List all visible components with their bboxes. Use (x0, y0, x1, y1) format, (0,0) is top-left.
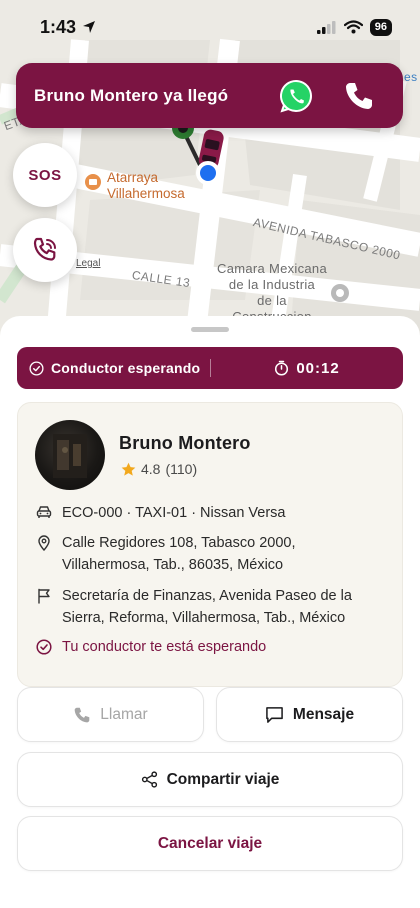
pickup-address: Calle Regidores 108, Tabasco 2000, Villa… (62, 535, 296, 573)
stopwatch-icon (275, 360, 289, 376)
avatar (35, 420, 105, 490)
waiting-status-text: Conductor esperando (51, 360, 201, 376)
phone-icon[interactable] (343, 80, 375, 112)
driver-card: Bruno Montero 4.8 (110) ECO-000 · TAXI-0… (17, 402, 403, 687)
cancel-label: Cancelar viaje (157, 834, 263, 852)
share-label: Compartir viaje (166, 770, 280, 788)
driver-rating: 4.8 (110) (121, 461, 197, 477)
chat-icon (266, 706, 283, 723)
message-button[interactable]: Mensaje (216, 687, 403, 742)
emergency-call-button[interactable] (13, 218, 77, 282)
location-arrow-icon (83, 21, 96, 33)
map-edge-label: es (404, 70, 418, 84)
rating-value: 4.8 (141, 461, 161, 477)
driver-waiting-note: Tu conductor te está esperando (36, 636, 382, 658)
message-label: Mensaje (292, 705, 355, 723)
destination-address: Secretaría de Finanzas, Avenida Paseo de… (62, 588, 352, 626)
trip-sheet: Conductor esperando 00:12 Bruno Montero (0, 316, 420, 908)
check-circle-icon (29, 360, 44, 376)
vehicle-row: ECO-000 · TAXI-01 · Nissan Versa (36, 502, 382, 524)
call-button[interactable]: Llamar (17, 687, 204, 742)
arrival-text: Bruno Montero ya llegó (34, 85, 229, 105)
call-label: Llamar (100, 705, 148, 723)
poi-label[interactable]: Atarraya Villahermosa (107, 170, 185, 202)
car-icon (36, 506, 52, 518)
status-bar: 1:43 96 (0, 0, 420, 54)
location-pin-icon (38, 535, 50, 551)
rating-count: (110) (165, 461, 198, 477)
arrival-banner: Bruno Montero ya llegó (16, 63, 403, 128)
battery-icon: 96 (369, 18, 392, 36)
destination-row: Secretaría de Finanzas, Avenida Paseo de… (36, 585, 382, 629)
vehicle-info: ECO-000 · TAXI-01 · Nissan Versa (62, 505, 286, 521)
status-time: 1:43 (40, 17, 96, 38)
waiting-status-bar: Conductor esperando 00:12 (17, 347, 403, 389)
waiting-note-text: Tu conductor te está esperando (62, 639, 267, 655)
flag-icon (38, 588, 50, 604)
share-trip-button[interactable]: Compartir viaje (17, 752, 403, 807)
phone-icon (74, 707, 90, 722)
driver-name: Bruno Montero (119, 433, 251, 453)
whatsapp-icon[interactable] (279, 79, 313, 113)
phone-call-icon (33, 237, 56, 261)
check-circle-icon (36, 639, 52, 655)
legal-link[interactable]: Legal (76, 258, 100, 269)
sos-label: SOS (28, 166, 62, 184)
clock-time: 1:43 (40, 16, 77, 37)
sos-button[interactable]: SOS (13, 143, 77, 207)
cancel-trip-button[interactable]: Cancelar viaje (17, 816, 403, 871)
pickup-row: Calle Regidores 108, Tabasco 2000, Villa… (36, 532, 382, 576)
wifi-icon (343, 20, 363, 34)
signal-icon (316, 21, 336, 34)
status-icons: 96 (316, 18, 392, 36)
share-icon (141, 771, 157, 788)
star-icon (121, 462, 136, 476)
waiting-timer: 00:12 (296, 359, 340, 377)
sheet-handle[interactable] (191, 327, 229, 332)
